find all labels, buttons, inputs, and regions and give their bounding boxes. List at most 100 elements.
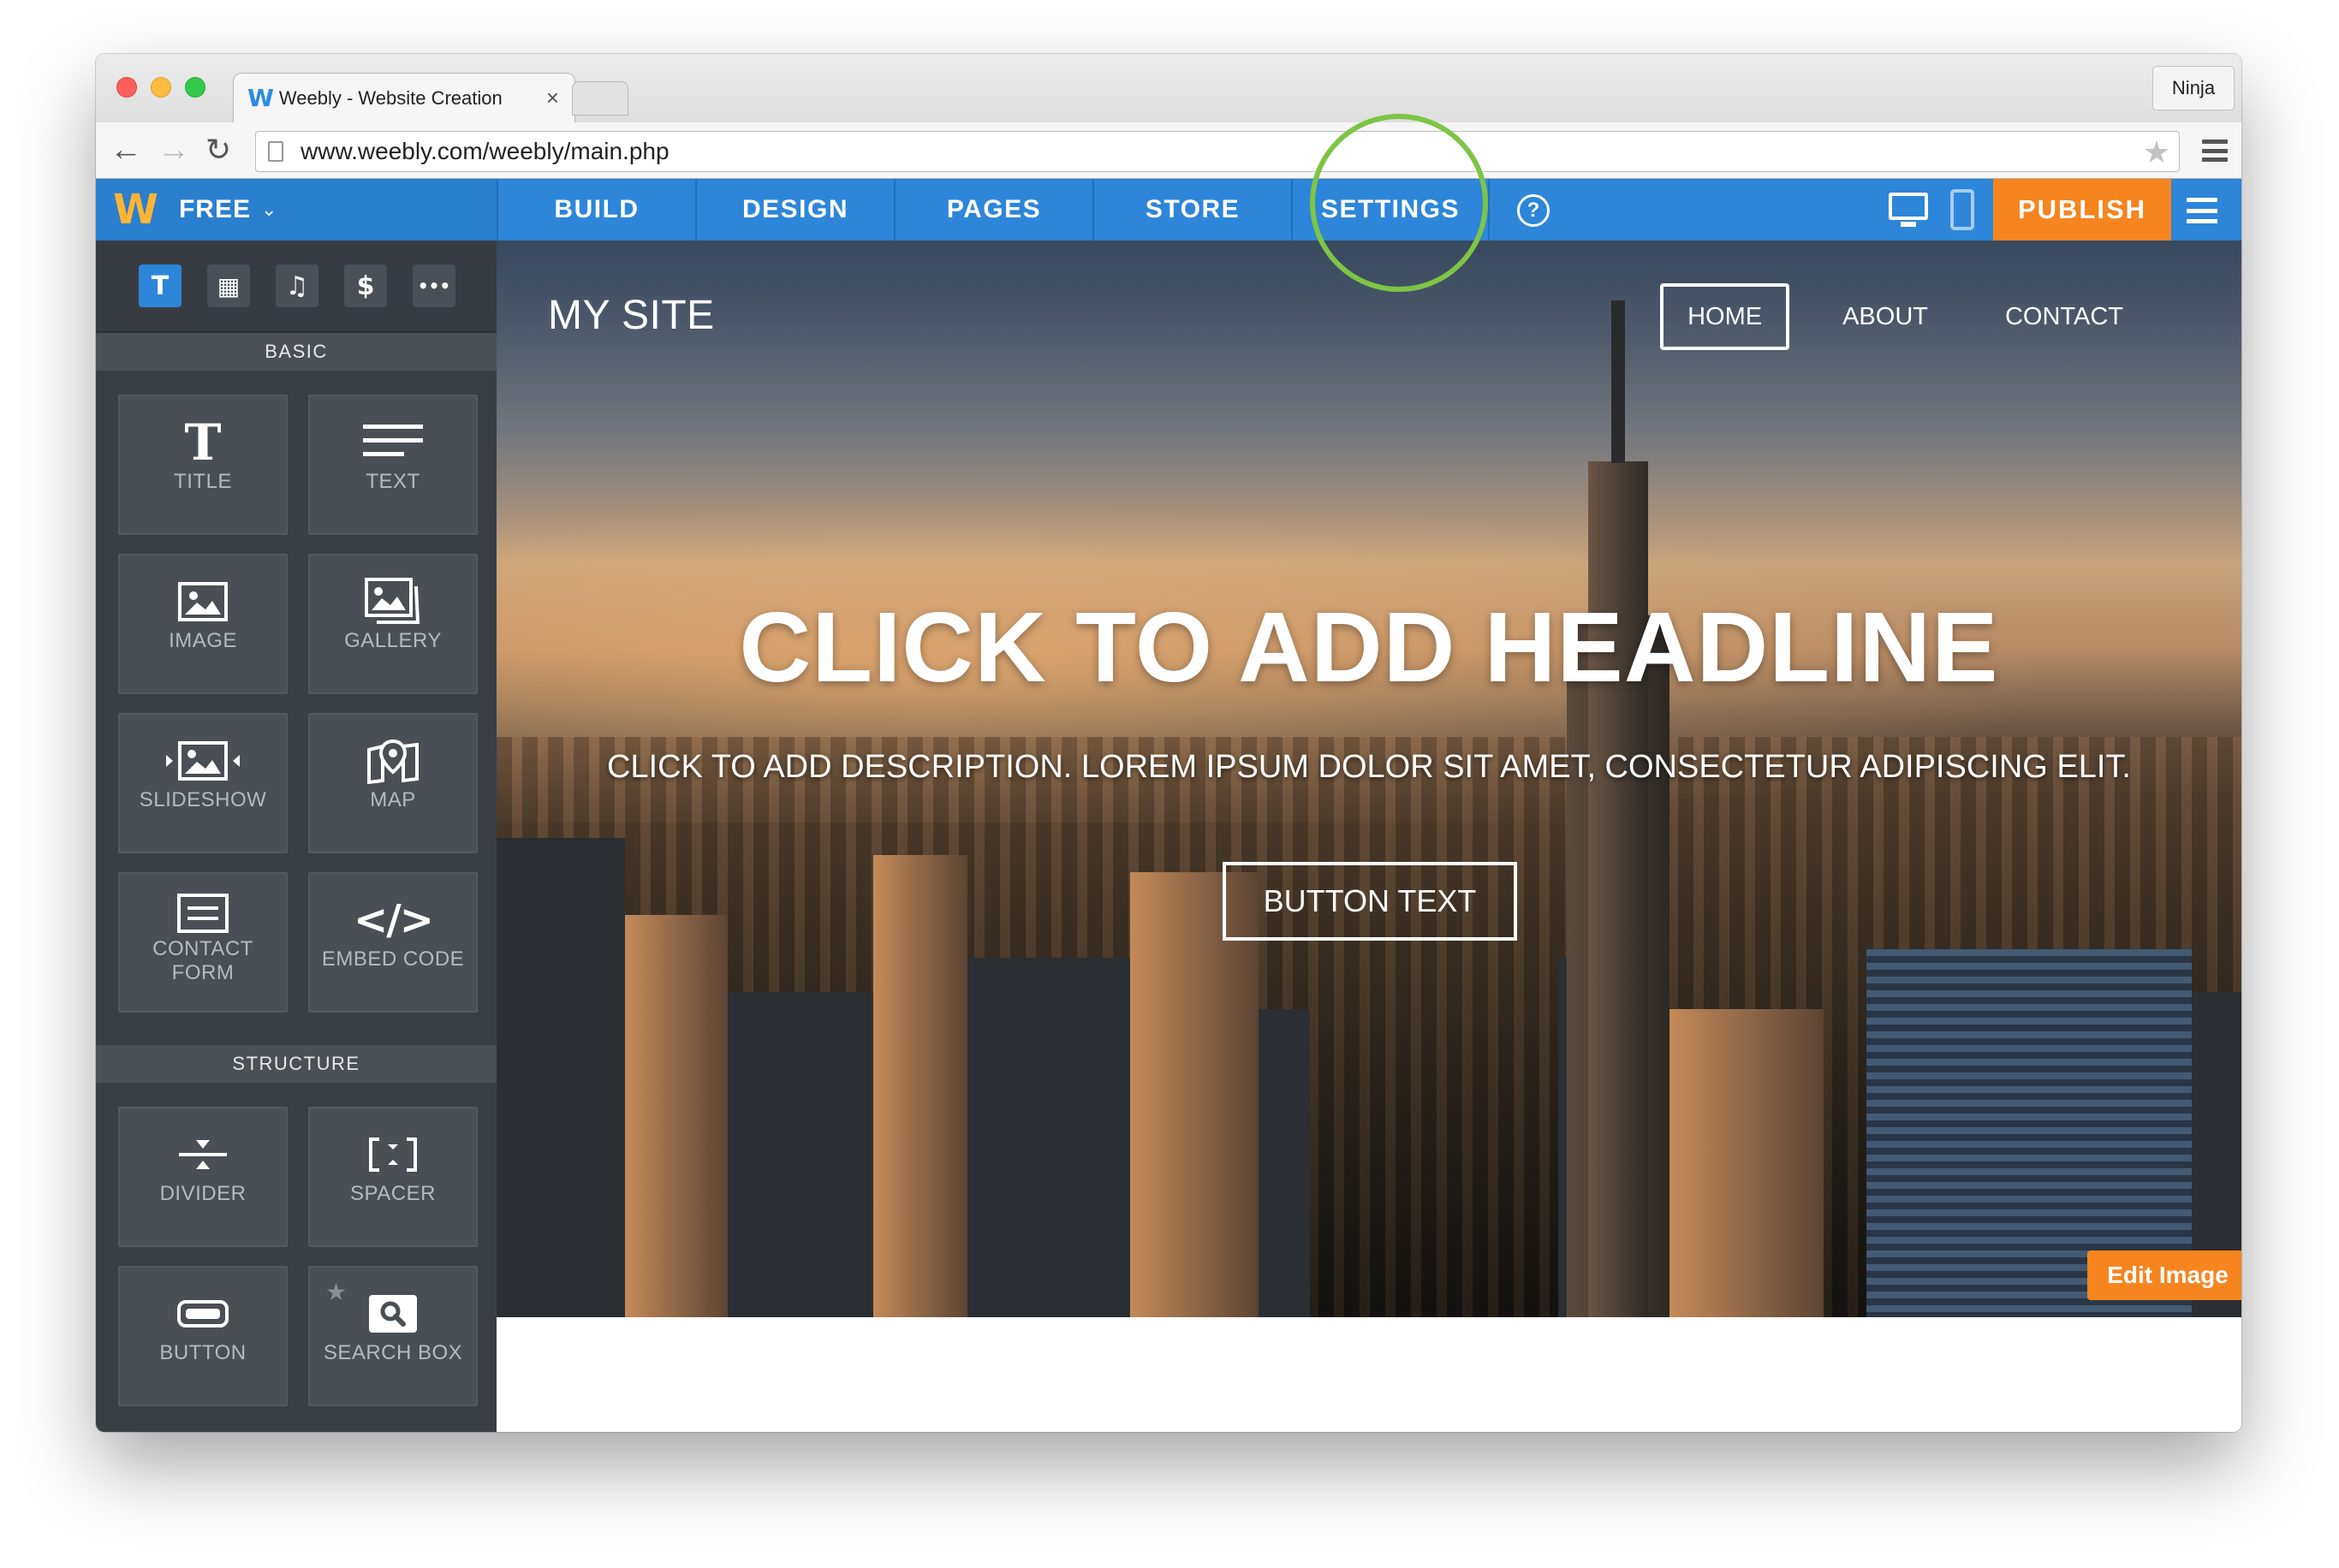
plan-label: FREE <box>178 195 251 223</box>
spacer-icon <box>367 1127 419 1182</box>
media-tool-icon[interactable]: ♫ <box>276 264 318 307</box>
browser-toolbar: ← → ↻ www.weebly.com/weebly/main.php ★ <box>96 122 2241 179</box>
address-bar[interactable]: www.weebly.com/weebly/main.php ★ <box>255 131 2180 172</box>
back-arrow-icon[interactable]: ← <box>110 131 142 169</box>
reload-icon[interactable]: ↻ <box>205 131 231 169</box>
sidebar-category-toolbar: T ▦ ♫ $ ••• <box>96 241 497 333</box>
plan-selector[interactable]: W FREE ⌄ <box>96 179 497 241</box>
close-tab-icon[interactable]: × <box>546 85 559 111</box>
hero-cta-button[interactable]: BUTTON TEXT <box>1223 862 1517 941</box>
premium-star-icon: ★ <box>325 1279 348 1305</box>
element-image[interactable]: IMAGE <box>118 554 288 694</box>
chevron-down-icon: ⌄ <box>260 199 277 220</box>
element-gallery[interactable]: GALLERY <box>308 554 478 694</box>
text-tool-icon[interactable]: T <box>139 264 182 307</box>
hero-section[interactable]: MY SITE HOME ABOUT CONTACT CLICK TO ADD … <box>497 241 2241 1317</box>
element-label: IMAGE <box>169 629 237 652</box>
contact-form-icon <box>177 889 229 937</box>
element-label: SEARCH BOX <box>323 1341 463 1364</box>
site-nav-contact[interactable]: CONTACT <box>1981 283 2147 350</box>
browser-titlebar: W Weebly - Website Creation × Ninja <box>96 54 2241 122</box>
embed-code-icon: </> <box>354 896 434 944</box>
element-sidebar: T ▦ ♫ $ ••• BASIC T TITLE TEXT IMAGE GAL… <box>96 241 497 1432</box>
divider-icon <box>177 1127 229 1182</box>
element-label: BUTTON <box>159 1341 247 1364</box>
map-icon <box>367 734 419 788</box>
new-tab-button[interactable] <box>572 81 628 116</box>
background-building <box>967 958 1130 1317</box>
tab-build[interactable]: BUILD <box>497 179 695 241</box>
settings-highlight-circle <box>1310 114 1488 292</box>
site-navigation: HOME ABOUT CONTACT <box>1631 283 2147 350</box>
layout-tool-icon[interactable]: ▦ <box>207 264 250 307</box>
element-label: MAP <box>370 788 416 811</box>
page-icon <box>268 141 283 162</box>
element-divider[interactable]: DIVIDER <box>118 1107 288 1247</box>
button-icon <box>177 1286 229 1341</box>
tab-title: Weebly - Website Creation <box>278 86 503 109</box>
empire-state-spire <box>1611 300 1625 463</box>
close-window-button[interactable] <box>116 77 137 98</box>
element-label: CONTACT FORM <box>152 937 253 984</box>
element-title[interactable]: T TITLE <box>118 395 288 535</box>
tab-pages[interactable]: PAGES <box>894 179 1092 241</box>
bookmark-star-icon[interactable]: ★ <box>2143 134 2170 170</box>
browser-window: W Weebly - Website Creation × Ninja ← → … <box>96 54 2241 1432</box>
tab-design[interactable]: DESIGN <box>695 179 894 241</box>
element-spacer[interactable]: SPACER <box>308 1107 478 1247</box>
element-embed-code[interactable]: </> EMBED CODE <box>308 872 478 1013</box>
title-icon: T <box>184 413 222 472</box>
site-title[interactable]: MY SITE <box>548 292 715 339</box>
element-label: TITLE <box>174 470 232 493</box>
background-building <box>873 855 967 1317</box>
hero-description[interactable]: CLICK TO ADD DESCRIPTION. LOREM IPSUM DO… <box>497 749 2241 786</box>
element-text[interactable]: TEXT <box>308 395 478 535</box>
browser-tab[interactable]: W Weebly - Website Creation × <box>233 73 575 122</box>
forward-arrow-icon[interactable]: → <box>158 131 190 169</box>
element-label: DIVIDER <box>159 1182 247 1205</box>
search-box-icon <box>367 1286 419 1341</box>
editor-top-bar: W FREE ⌄ BUILD DESIGN PAGES STORE SETTIN… <box>96 179 2241 241</box>
element-contact-form[interactable]: CONTACT FORM <box>118 872 288 1013</box>
weebly-favicon-icon: W <box>247 84 274 112</box>
browser-menu-icon[interactable] <box>2202 140 2228 162</box>
element-label: SLIDESHOW <box>139 788 267 811</box>
image-icon <box>178 574 228 629</box>
more-tool-icon[interactable]: ••• <box>413 264 455 307</box>
element-label: SPACER <box>350 1182 436 1205</box>
element-label: TEXT <box>366 470 420 493</box>
gallery-icon <box>365 574 421 629</box>
url-text[interactable]: www.weebly.com/weebly/main.php <box>301 138 670 165</box>
weebly-logo-icon: W <box>113 186 158 234</box>
element-map[interactable]: MAP <box>308 713 478 853</box>
edit-image-button[interactable]: Edit Image <box>2087 1250 2241 1300</box>
help-icon[interactable]: ? <box>1517 194 1550 227</box>
element-label: EMBED CODE <box>321 947 465 971</box>
site-nav-about[interactable]: ABOUT <box>1818 283 1952 350</box>
text-icon <box>363 415 423 470</box>
desktop-view-icon[interactable] <box>1889 193 1928 227</box>
element-button[interactable]: BUTTON <box>118 1266 288 1406</box>
minimize-window-button[interactable] <box>151 77 171 98</box>
slideshow-icon <box>164 734 241 788</box>
commerce-tool-icon[interactable]: $ <box>344 264 387 307</box>
basic-section-heading: BASIC <box>96 333 497 371</box>
background-building <box>1259 1009 1310 1317</box>
editor-menu-icon[interactable] <box>2187 198 2217 223</box>
tab-store[interactable]: STORE <box>1092 179 1291 241</box>
background-building <box>1669 1009 1824 1317</box>
background-building <box>497 838 625 1317</box>
publish-button[interactable]: PUBLISH <box>1993 179 2171 241</box>
structure-section-heading: STRUCTURE <box>96 1045 497 1083</box>
element-search-box[interactable]: ★ SEARCH BOX <box>308 1266 478 1406</box>
hero-headline[interactable]: CLICK TO ADD HEADLINE <box>497 590 2241 704</box>
profile-button[interactable]: Ninja <box>2152 66 2235 110</box>
site-canvas: MY SITE HOME ABOUT CONTACT CLICK TO ADD … <box>497 241 2241 1432</box>
site-nav-home[interactable]: HOME <box>1660 283 1790 350</box>
zoom-window-button[interactable] <box>185 77 205 98</box>
element-slideshow[interactable]: SLIDESHOW <box>118 713 288 853</box>
background-building <box>625 915 728 1317</box>
background-building <box>728 992 873 1317</box>
mobile-view-icon[interactable] <box>1950 189 1974 230</box>
element-label: GALLERY <box>344 629 442 652</box>
